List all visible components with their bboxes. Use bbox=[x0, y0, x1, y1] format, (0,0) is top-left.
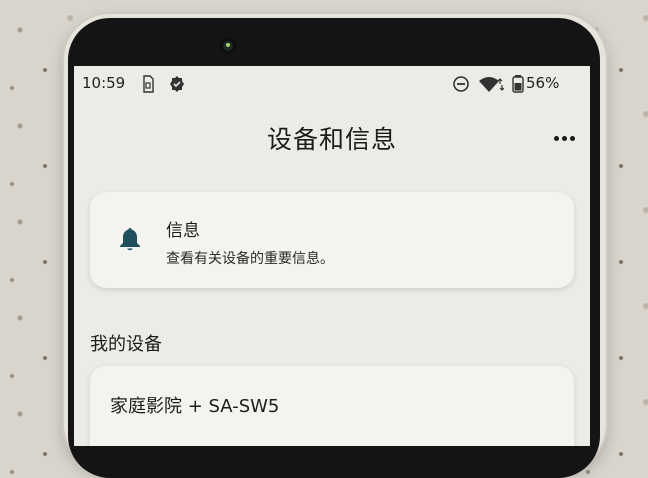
more-dot bbox=[569, 135, 575, 141]
page-title: 设备和信息 bbox=[266, 125, 397, 154]
app-screen: 10:59 56% 设备和信息 信息 查看有关设备的重要信息。 我的设备 家庭影… bbox=[74, 66, 590, 446]
my-devices-heading: 我的设备 bbox=[90, 334, 162, 355]
device-name: 家庭影院 + SA-SW5 bbox=[110, 396, 280, 417]
more-horizontal-icon bbox=[553, 135, 559, 141]
information-description: 查看有关设备的重要信息。 bbox=[166, 251, 334, 267]
app-header: 设备和信息 bbox=[74, 116, 590, 160]
device-card[interactable]: 家庭影院 + SA-SW5 bbox=[90, 366, 574, 446]
status-bar: 10:59 56% bbox=[74, 66, 590, 102]
settings-badge-icon bbox=[170, 76, 184, 92]
information-title: 信息 bbox=[166, 221, 200, 241]
do-not-disturb-icon bbox=[453, 76, 469, 92]
bell-icon bbox=[120, 228, 140, 251]
more-options-button[interactable] bbox=[548, 124, 580, 152]
sim-card-icon bbox=[143, 75, 154, 93]
more-dot bbox=[561, 135, 567, 141]
wifi-icon bbox=[479, 77, 504, 92]
information-card[interactable]: 信息 查看有关设备的重要信息。 bbox=[90, 192, 574, 288]
status-time: 10:59 bbox=[82, 74, 126, 92]
front-camera bbox=[220, 38, 236, 54]
battery-icon bbox=[512, 75, 524, 93]
battery-percent: 56% bbox=[526, 74, 560, 92]
